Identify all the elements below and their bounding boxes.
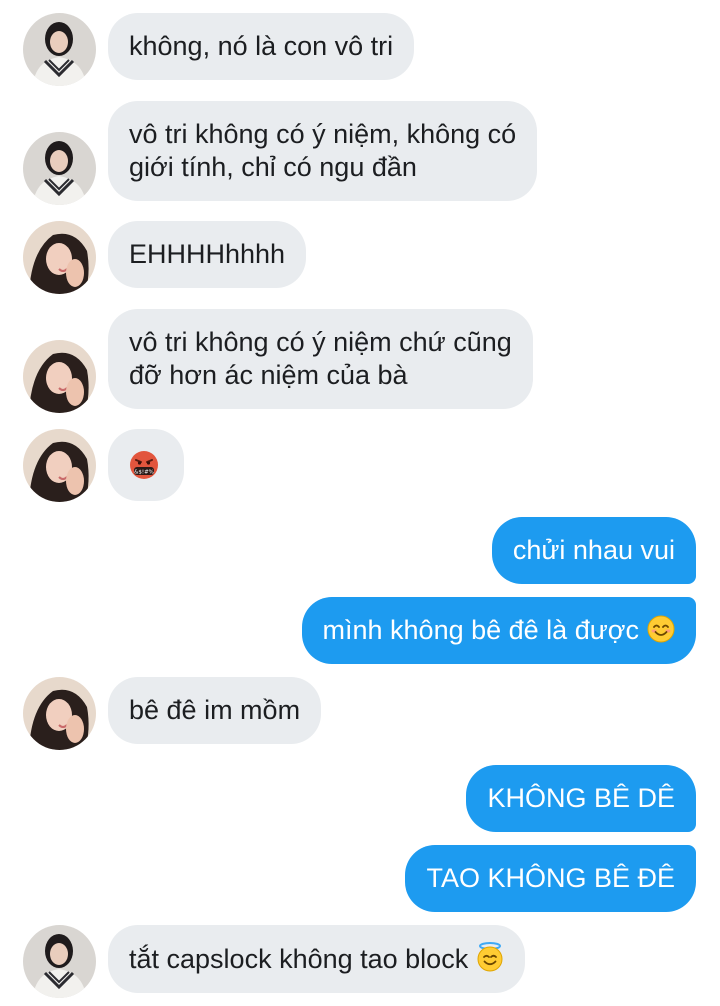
message-text: EHHHHhhhh — [129, 239, 286, 269]
message-text: bê đê im mồm — [129, 695, 301, 725]
avatar-contact-b[interactable] — [23, 429, 96, 502]
message-bubble-incoming[interactable]: bê đê im mồm — [108, 677, 322, 744]
avatar-contact-a[interactable] — [23, 13, 96, 86]
message-text: tắt capslock không tao block — [129, 944, 469, 974]
avatar-contact-b[interactable] — [23, 340, 96, 413]
message-text-line: đỡ hơn ác niệm của bà — [129, 360, 408, 390]
face-with-symbols-on-mouth-icon: &$!#% — [130, 451, 158, 479]
message-bubble-outgoing[interactable]: chửi nhau vui — [491, 517, 696, 584]
avatar-contact-b[interactable] — [23, 677, 96, 750]
message-text: mình không bê đê là được — [322, 615, 639, 645]
message-text: TAO KHÔNG BÊ ĐÊ — [426, 863, 675, 893]
message-bubble-outgoing[interactable]: TAO KHÔNG BÊ ĐÊ — [405, 845, 696, 912]
message-bubble-incoming[interactable]: vô tri không có ý niệm chứ cũng đỡ hơn á… — [108, 309, 533, 409]
emoji-symbols: &$!#% — [134, 469, 154, 475]
smiling-face-with-smiling-eyes-icon — [647, 615, 675, 643]
message-bubble-incoming[interactable]: EHHHHhhhh — [108, 221, 307, 288]
avatar-contact-a[interactable] — [23, 132, 96, 205]
message-bubble-incoming[interactable]: không, nó là con vô tri — [108, 13, 415, 80]
message-text-line: giới tính, chỉ có ngu đần — [129, 152, 417, 182]
message-text: không, nó là con vô tri — [129, 31, 394, 61]
message-bubble-incoming[interactable]: tắt capslock không tao block — [108, 925, 526, 993]
message-text: KHÔNG BÊ DÊ — [487, 783, 675, 813]
message-text-line: vô tri không có ý niệm, không có — [129, 119, 517, 149]
chat-thread: không, nó là con vô tri vô tri không có … — [0, 0, 720, 1006]
message-bubble-outgoing[interactable]: mình không bê đê là được — [301, 597, 696, 664]
message-bubble-outgoing[interactable]: KHÔNG BÊ DÊ — [466, 765, 696, 832]
smiling-face-with-halo-icon — [477, 942, 503, 972]
avatar-contact-a[interactable] — [23, 925, 96, 998]
message-bubble-incoming[interactable]: &$!#% — [108, 429, 184, 501]
message-text-line: vô tri không có ý niệm chứ cũng — [129, 327, 512, 357]
avatar-contact-b[interactable] — [23, 221, 96, 294]
message-bubble-incoming[interactable]: vô tri không có ý niệm, không có giới tí… — [108, 101, 538, 201]
message-text: chửi nhau vui — [512, 535, 675, 565]
